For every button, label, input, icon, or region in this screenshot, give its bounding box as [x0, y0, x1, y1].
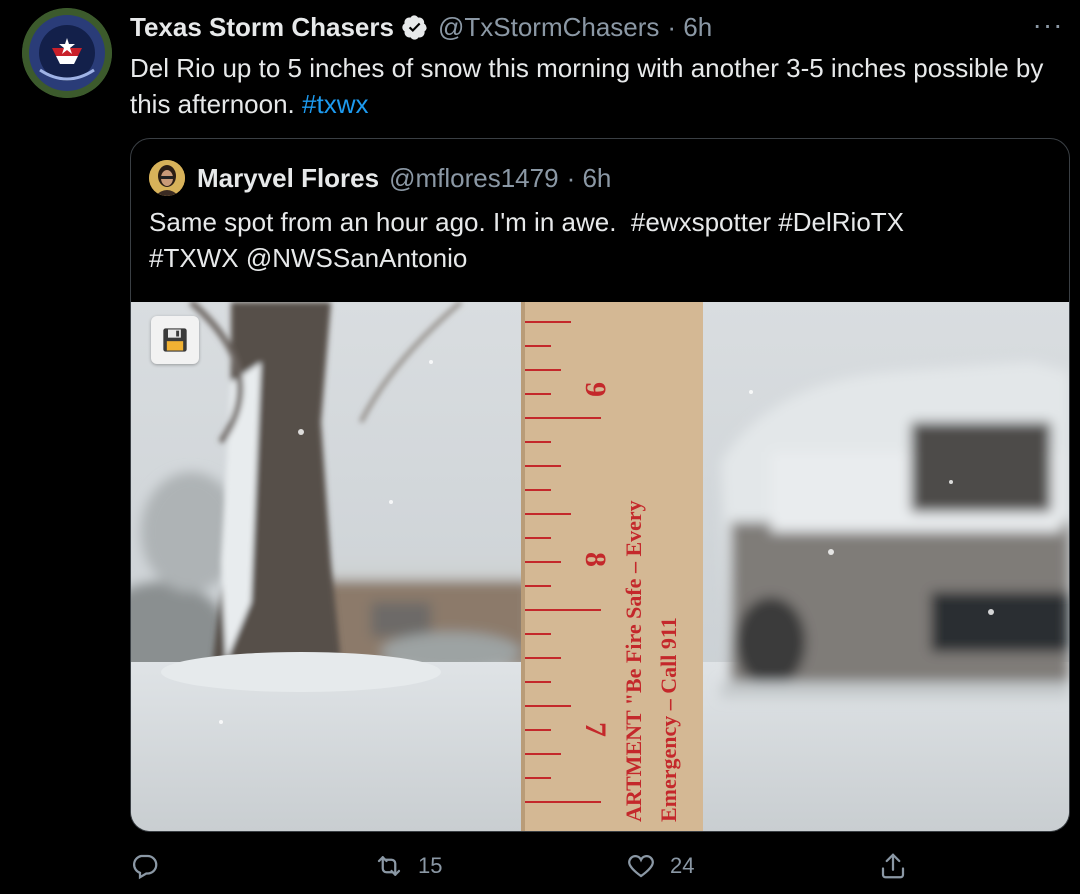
hashtag-ewxspotter[interactable]: #ewxspotter: [631, 207, 771, 237]
tweet-timestamp[interactable]: · 6h: [667, 12, 712, 43]
retweet-count: 15: [418, 853, 443, 878]
tweet-header: Texas Storm Chasers @TxStormChasers · 6h: [130, 10, 712, 44]
quoted-body: Same spot from an hour ago. I'm in awe.: [149, 207, 617, 237]
ruler-number-8: 8: [579, 552, 612, 567]
tweet-actions: 15 24: [130, 846, 930, 886]
ruler-number-7: 7: [579, 722, 612, 737]
quoted-author-avatar[interactable]: [149, 160, 185, 196]
texas-storm-chasers-logo: [22, 8, 112, 98]
hashtag-txwx[interactable]: #TXWX: [149, 243, 239, 273]
quoted-timestamp[interactable]: · 6h: [567, 163, 612, 194]
author-name[interactable]: Texas Storm Chasers: [130, 12, 394, 43]
reply-icon: [133, 854, 158, 880]
ruler-text-line-1: ARTMENT "Be Fire Safe – Every: [621, 500, 646, 822]
author-handle[interactable]: @TxStormChasers: [438, 12, 659, 43]
heart-icon: [628, 855, 654, 878]
ruler-number-9: 9: [579, 382, 612, 397]
hashtag-delriotx[interactable]: #DelRioTX: [778, 207, 904, 237]
reply-button[interactable]: [130, 846, 174, 886]
share-icon: [881, 853, 905, 879]
like-count: 24: [670, 853, 695, 878]
more-options-icon[interactable]: ···: [1030, 9, 1066, 40]
quoted-tweet-photo[interactable]: 9 8 7 ARTMENT "Be Fire Safe – Every Emer…: [131, 302, 1069, 831]
tweet-text: Del Rio up to 5 inches of snow this morn…: [130, 50, 1050, 122]
quoted-author-name[interactable]: Maryvel Flores: [197, 163, 379, 194]
quoted-tweet-text: Same spot from an hour ago. I'm in awe. …: [149, 204, 1049, 276]
hashtag-link[interactable]: #txwx: [302, 89, 368, 119]
verified-badge-icon: [402, 15, 427, 40]
share-button[interactable]: [878, 846, 908, 886]
snow-ruler-photo: 9 8 7 ARTMENT "Be Fire Safe – Every Emer…: [131, 302, 1069, 831]
save-image-button[interactable]: [151, 316, 199, 364]
quoted-author-avatar-image: [149, 160, 185, 196]
retweet-button[interactable]: 15: [374, 846, 442, 886]
quoted-tweet-header: Maryvel Flores @mflores1479 · 6h: [149, 160, 612, 196]
author-avatar[interactable]: [22, 8, 112, 98]
mention-nwssanantonio[interactable]: @NWSSanAntonio: [246, 243, 468, 273]
like-button[interactable]: 24: [626, 846, 694, 886]
quoted-tweet-card[interactable]: Maryvel Flores @mflores1479 · 6h Same sp…: [130, 138, 1070, 832]
quoted-author-handle[interactable]: @mflores1479: [389, 163, 558, 194]
tweet-body: Del Rio up to 5 inches of snow this morn…: [130, 53, 1044, 119]
ruler-text-line-2: Emergency – Call 911: [656, 617, 681, 822]
floppy-disk-icon: [163, 328, 187, 352]
retweet-icon: [377, 856, 401, 876]
